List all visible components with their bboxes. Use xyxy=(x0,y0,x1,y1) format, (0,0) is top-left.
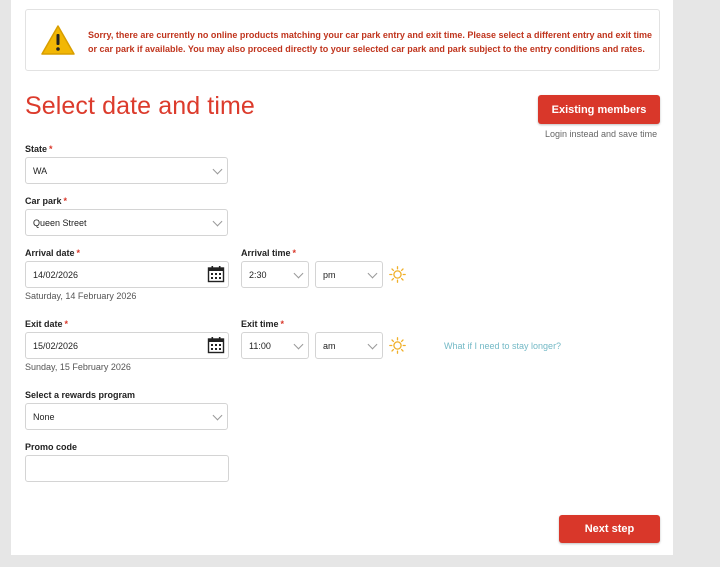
chevron-down-icon xyxy=(212,216,223,226)
arrival-time-select[interactable]: 2:30 xyxy=(241,261,309,288)
arrival-time-value: 2:30 xyxy=(249,269,267,280)
sun-icon xyxy=(389,266,406,283)
arrival-time-label: Arrival time * xyxy=(241,248,297,258)
chevron-down-icon xyxy=(212,410,223,420)
state-value: WA xyxy=(33,165,48,176)
warning-icon xyxy=(41,25,75,55)
promo-code-input[interactable] xyxy=(25,455,229,482)
calendar-icon[interactable] xyxy=(207,336,225,354)
calendar-icon[interactable] xyxy=(207,265,225,283)
no-products-alert: Sorry, there are currently no online pro… xyxy=(25,9,660,71)
exit-date-long: Sunday, 15 February 2026 xyxy=(25,362,131,372)
rewards-value: None xyxy=(33,411,55,422)
next-step-button[interactable]: Next step xyxy=(559,515,660,543)
rewards-label: Select a rewards program xyxy=(25,390,136,400)
chevron-down-icon xyxy=(367,268,378,278)
arrival-date-input[interactable]: 14/02/2026 xyxy=(25,261,229,288)
exit-time-value: 11:00 xyxy=(249,340,271,351)
exit-date-label: Exit date * xyxy=(25,319,69,329)
rewards-select[interactable]: None xyxy=(25,403,228,430)
car-park-value: Queen Street xyxy=(33,217,87,228)
chevron-down-icon xyxy=(293,268,304,278)
arrival-date-value: 14/02/2026 xyxy=(33,269,79,280)
stay-longer-link[interactable]: What if I need to stay longer? xyxy=(444,341,561,351)
car-park-select[interactable]: Queen Street xyxy=(25,209,228,236)
promo-label: Promo code xyxy=(25,442,78,452)
state-label: State * xyxy=(25,144,53,154)
exit-date-value: 15/02/2026 xyxy=(33,340,79,351)
car-park-label: Car park * xyxy=(25,196,68,206)
exit-date-input[interactable]: 15/02/2026 xyxy=(25,332,229,359)
chevron-down-icon xyxy=(212,164,223,174)
arrival-date-long: Saturday, 14 February 2026 xyxy=(25,291,137,301)
exit-period-value: am xyxy=(323,340,336,351)
arrival-period-select[interactable]: pm xyxy=(315,261,383,288)
chevron-down-icon xyxy=(367,339,378,349)
alert-message: Sorry, there are currently no online pro… xyxy=(88,30,653,54)
sun-icon xyxy=(389,337,406,354)
members-subtext: Login instead and save time xyxy=(545,129,658,139)
existing-members-button[interactable]: Existing members xyxy=(538,95,660,124)
arrival-period-value: pm xyxy=(323,269,336,280)
arrival-date-label: Arrival date * xyxy=(25,248,81,258)
page-title: Select date and time xyxy=(25,92,255,120)
chevron-down-icon xyxy=(293,339,304,349)
state-select[interactable]: WA xyxy=(25,157,228,184)
exit-time-label: Exit time * xyxy=(241,319,285,329)
exit-time-select[interactable]: 11:00 xyxy=(241,332,309,359)
exit-period-select[interactable]: am xyxy=(315,332,383,359)
